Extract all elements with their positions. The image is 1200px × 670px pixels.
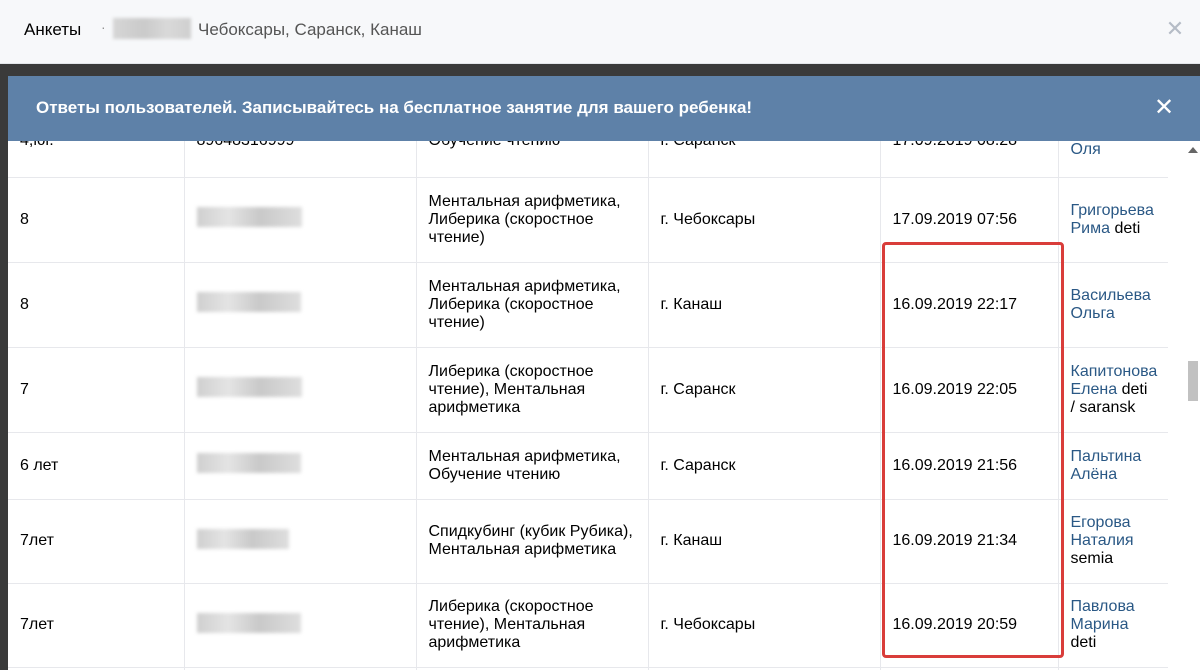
modal-close-icon[interactable]: ✕	[1150, 94, 1178, 122]
user-cell: Павлова Марина deti	[1058, 583, 1168, 668]
responses-modal: Ответы пользователей. Записывайтесь на б…	[8, 76, 1200, 670]
top-bar: Анкеты · Чебоксары, Саранск, Канаш ✕	[0, 0, 1200, 64]
age-cell: 7лет	[8, 583, 185, 668]
user-link[interactable]: Егорова Наталия	[1071, 514, 1134, 549]
modal-header: Ответы пользователей. Записывайтесь на б…	[8, 76, 1200, 141]
cities-label: Чебоксары, Саранск, Канаш	[198, 20, 422, 39]
age-cell: 7	[8, 347, 185, 433]
user-suffix: deti	[1110, 219, 1141, 237]
course-cell: Ментальная арифметика, Обучение чтению	[416, 432, 649, 500]
modal-title: Ответы пользователей. Записывайтесь на б…	[36, 98, 753, 117]
city-cell: г. Чебоксары	[648, 583, 881, 668]
user-link[interactable]: Павлова Марина	[1071, 598, 1135, 633]
blurred-phone	[196, 453, 301, 473]
city-cell: г. Канаш	[648, 262, 881, 348]
blurred-group-name	[113, 18, 191, 39]
user-cell: Пальтина Алёна	[1058, 432, 1168, 500]
user-link[interactable]: Васильева Ольга	[1071, 287, 1151, 322]
user-cell: Григорьева Рима deti	[1058, 177, 1168, 263]
blurred-phone	[196, 292, 301, 312]
close-icon[interactable]: ✕	[1162, 16, 1188, 42]
age-cell: 8	[8, 177, 185, 263]
city-cell: г. Саранск	[648, 347, 881, 433]
user-cell: Егорова Наталия semia	[1058, 499, 1168, 584]
blurred-phone	[196, 377, 302, 397]
phone-cell	[184, 262, 417, 348]
course-cell: Ментальная арифметика, Либерика (скорост…	[416, 262, 649, 348]
blurred-phone	[196, 612, 301, 633]
page-title: Анкеты	[24, 20, 82, 39]
phone-cell	[184, 177, 417, 263]
course-cell: Либерика (скоростное чтение), Ментальная…	[416, 347, 649, 433]
course-cell: Спидкубинг (кубик Рубика), Ментальная ар…	[416, 499, 649, 584]
scroll-up-arrow-icon[interactable]	[1188, 147, 1198, 153]
course-cell: Либерика (скоростное чтение), Ментальная…	[416, 583, 649, 668]
scrollbar-thumb[interactable]	[1188, 361, 1198, 401]
phone-cell	[184, 432, 417, 500]
phone-cell	[184, 347, 417, 433]
blurred-phone	[196, 528, 289, 549]
course-cell: Ментальная арифметика, Либерика (скорост…	[416, 177, 649, 263]
user-cell: Капитонова Елена deti / saransk	[1058, 347, 1168, 433]
city-cell: г. Саранск	[648, 432, 881, 500]
user-link[interactable]: Пальтина Алёна	[1071, 448, 1142, 483]
scrollbar[interactable]	[1186, 141, 1200, 670]
age-cell: 6 лет	[8, 432, 185, 500]
user-suffix: deti	[1070, 634, 1097, 651]
title-separator: ·	[101, 19, 106, 35]
date-highlight-frame	[882, 242, 1064, 658]
phone-cell	[184, 499, 417, 584]
user-suffix: semia	[1070, 550, 1114, 567]
user-cell: Васильева Ольга	[1058, 262, 1168, 348]
blurred-phone	[196, 207, 302, 227]
city-cell: г. Чебоксары	[648, 177, 881, 263]
age-cell: 7лет	[8, 499, 185, 584]
phone-cell	[184, 583, 417, 668]
age-cell: 8	[8, 262, 185, 348]
city-cell: г. Канаш	[648, 499, 881, 584]
